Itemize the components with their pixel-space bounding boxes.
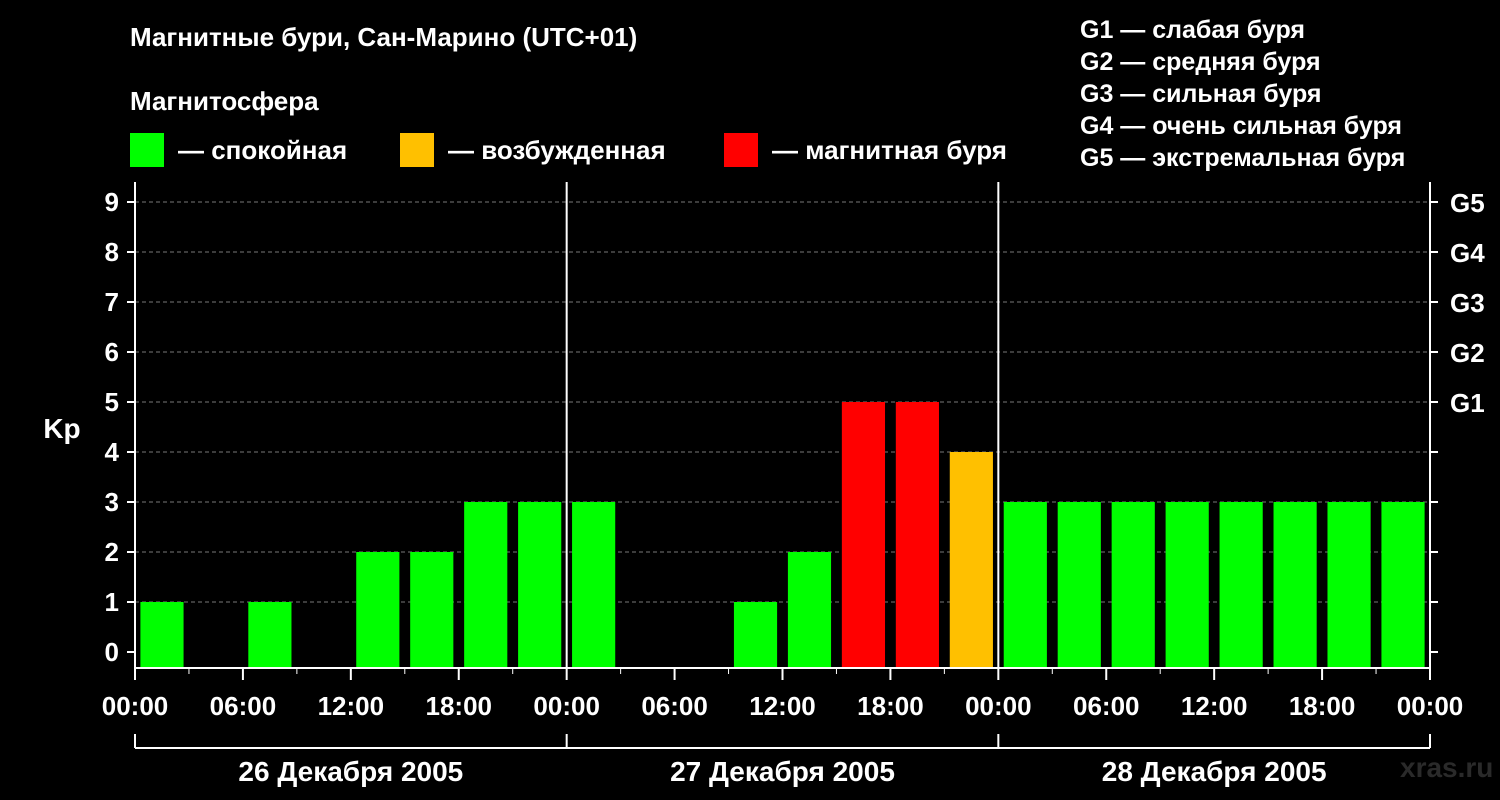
kp-bar (1111, 502, 1155, 668)
x-tick-label: 00:00 (533, 691, 600, 721)
kp-bar (356, 552, 400, 668)
x-tick-label: 12:00 (1181, 691, 1248, 721)
day-label: 27 Декабря 2005 (670, 756, 895, 787)
kp-bar (464, 502, 508, 668)
x-tick-label: 06:00 (210, 691, 277, 721)
x-tick-label: 12:00 (318, 691, 385, 721)
kp-bar (248, 602, 292, 668)
y-tick-label: 7 (105, 287, 119, 317)
y-tick-label: 4 (105, 437, 120, 467)
kp-bar (1003, 502, 1047, 668)
kp-bar (410, 552, 454, 668)
y-tick-label: 8 (105, 237, 119, 267)
y-tick-label: 5 (105, 387, 119, 417)
y-tick-label: 3 (105, 487, 119, 517)
x-tick-label: 00:00 (102, 691, 169, 721)
kp-bar (572, 502, 616, 668)
y-tick-label: 0 (105, 637, 119, 667)
kp-bar (1219, 502, 1263, 668)
kp-bar (1165, 502, 1209, 668)
kp-bar (949, 452, 993, 668)
watermark: xras.ru (1400, 752, 1494, 783)
g-level-label: G5 (1450, 188, 1485, 218)
g-level-label: G4 (1450, 238, 1485, 268)
kp-bar (1327, 502, 1371, 668)
x-tick-label: 06:00 (1073, 691, 1140, 721)
y-tick-label: 9 (105, 187, 119, 217)
kp-bar (1381, 502, 1425, 668)
y-axis-label: Kp (43, 413, 80, 444)
y-tick-label: 2 (105, 537, 119, 567)
x-tick-label: 06:00 (641, 691, 708, 721)
kp-bar (841, 402, 886, 668)
kp-bar-chart: 0 1 2 3 4 5 6 7 8 9 G1 G2 G3 G4 G5 Kp 00:00 06:00 12:00 18:… (43, 182, 1485, 787)
kp-bar (1273, 502, 1317, 668)
x-tick-label: 18:00 (1289, 691, 1356, 721)
kp-bar (1057, 502, 1101, 668)
y-tick-label: 6 (105, 337, 119, 367)
g-level-label: G3 (1450, 288, 1485, 318)
x-tick-label: 00:00 (965, 691, 1032, 721)
x-tick-label: 18:00 (857, 691, 924, 721)
kp-bar (895, 402, 939, 668)
kp-bar (518, 502, 562, 668)
kp-bar (733, 602, 778, 668)
day-label: 28 Декабря 2005 (1102, 756, 1327, 787)
g-level-label: G2 (1450, 338, 1485, 368)
y-tick-label: 1 (105, 587, 119, 617)
kp-bar (140, 602, 184, 668)
x-tick-label: 00:00 (1397, 691, 1464, 721)
day-label: 26 Декабря 2005 (238, 756, 463, 787)
x-tick-label: 12:00 (749, 691, 816, 721)
kp-bar (787, 552, 832, 668)
g-level-label: G1 (1450, 388, 1485, 418)
x-tick-label: 18:00 (426, 691, 493, 721)
